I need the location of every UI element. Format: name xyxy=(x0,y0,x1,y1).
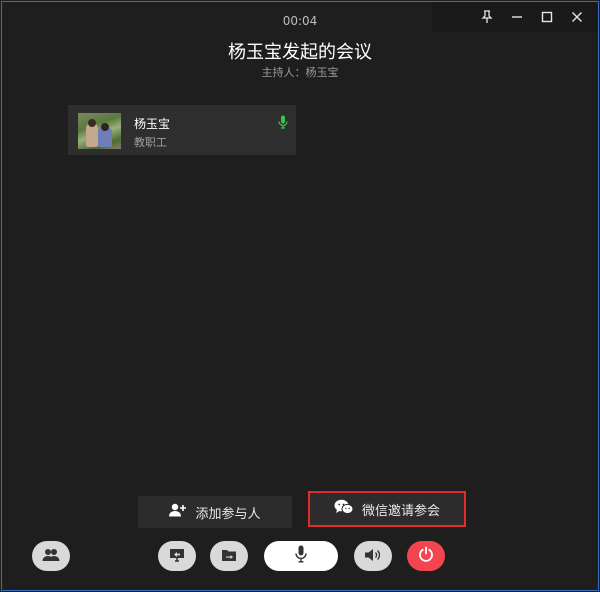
add-participant-button[interactable]: 添加参与人 xyxy=(138,496,292,528)
wechat-icon xyxy=(334,499,354,519)
add-user-icon xyxy=(169,503,187,521)
meeting-host: 主持人：杨玉宝 xyxy=(261,66,339,79)
hang-up-icon xyxy=(418,546,434,566)
participants-button[interactable] xyxy=(32,541,70,571)
wechat-invite-label: 微信邀请参会 xyxy=(361,503,440,519)
speaker-icon xyxy=(364,547,382,566)
participants-icon xyxy=(42,547,60,566)
screen-share-button[interactable] xyxy=(158,541,196,571)
wechat-invite-button[interactable]: 微信邀请参会 xyxy=(308,491,466,527)
microphone-button[interactable] xyxy=(264,541,338,571)
screen-share-icon xyxy=(169,547,185,566)
speaker-button[interactable] xyxy=(354,541,392,571)
participant-card[interactable]: 杨玉宝 教职工 xyxy=(68,105,296,155)
add-participant-label: 添加参与人 xyxy=(195,506,261,522)
meeting-title: 杨玉宝发起的会议 xyxy=(228,42,372,63)
file-share-icon xyxy=(221,547,237,566)
meeting-timer: 00:04 xyxy=(282,14,318,28)
file-share-button[interactable] xyxy=(210,541,248,571)
meeting-window: 00:04 杨玉宝发起的会议 主持人：杨玉宝 杨玉宝 教职工 添加参与人 微信邀… xyxy=(1,1,599,591)
participant-mic-icon xyxy=(278,114,288,129)
avatar xyxy=(78,113,121,149)
participant-role: 教职工 xyxy=(134,136,167,149)
participant-name: 杨玉宝 xyxy=(134,117,171,131)
microphone-icon xyxy=(295,545,307,567)
hang-up-button[interactable] xyxy=(407,541,445,571)
